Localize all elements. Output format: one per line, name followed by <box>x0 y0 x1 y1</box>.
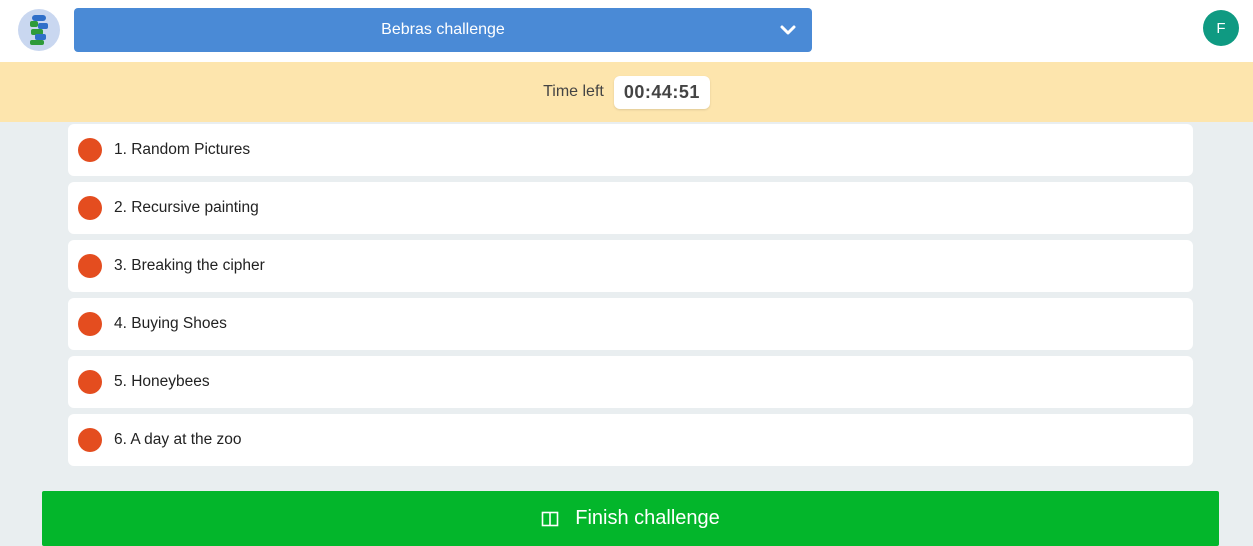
challenge-title: Bebras challenge <box>381 21 505 38</box>
task-item-6[interactable]: 6. A day at the zoo <box>68 414 1193 466</box>
time-left-label: Time left <box>543 83 604 100</box>
task-status-dot <box>78 370 102 394</box>
chevron-down-icon <box>780 25 796 35</box>
task-area: 1. Random Pictures 2. Recursive painting… <box>0 122 1253 546</box>
task-item-4[interactable]: 4. Buying Shoes <box>68 298 1193 350</box>
task-item-5[interactable]: 5. Honeybees <box>68 356 1193 408</box>
task-status-dot <box>78 312 102 336</box>
task-list: 1. Random Pictures 2. Recursive painting… <box>68 124 1193 472</box>
task-label: 3. Breaking the cipher <box>114 257 265 274</box>
top-bar: Bebras challenge F <box>0 0 1253 62</box>
finish-challenge-label: Finish challenge <box>575 507 720 529</box>
task-label: 4. Buying Shoes <box>114 315 227 332</box>
task-label: 6. A day at the zoo <box>114 431 242 448</box>
task-status-dot <box>78 254 102 278</box>
task-status-dot <box>78 138 102 162</box>
task-status-dot <box>78 428 102 452</box>
time-left-value: 00:44:51 <box>613 75 710 109</box>
book-open-icon <box>541 511 559 526</box>
task-item-1[interactable]: 1. Random Pictures <box>68 124 1193 176</box>
finish-challenge-button[interactable]: Finish challenge <box>42 491 1219 546</box>
task-status-dot <box>78 196 102 220</box>
challenge-selector[interactable]: Bebras challenge <box>74 8 812 52</box>
task-item-2[interactable]: 2. Recursive painting <box>68 182 1193 234</box>
task-item-3[interactable]: 3. Breaking the cipher <box>68 240 1193 292</box>
timer-bar: Time left 00:44:51 <box>0 62 1253 122</box>
task-label: 5. Honeybees <box>114 373 210 390</box>
bebras-logo-icon[interactable] <box>18 9 60 51</box>
task-label: 1. Random Pictures <box>114 141 251 158</box>
user-initial: F <box>1216 19 1226 37</box>
task-label: 2. Recursive painting <box>114 199 259 216</box>
user-avatar[interactable]: F <box>1203 10 1239 46</box>
